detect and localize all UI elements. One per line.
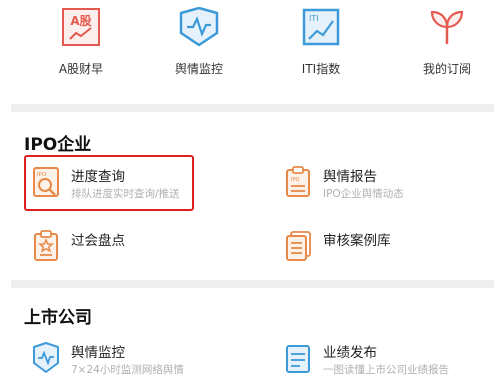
feature-subtitle: 7×24小时监测网络舆情 — [71, 364, 184, 376]
feature-title: 业绩发布 — [323, 345, 377, 361]
feature-title: 舆情报告 — [323, 169, 377, 185]
feature-meeting-review[interactable]: 过会盘点 — [24, 222, 224, 276]
meeting-review-icon — [32, 230, 60, 262]
feature-subtitle: IPO企业舆情动态 — [323, 188, 404, 200]
section-title-ipo: IPO企业 — [24, 135, 92, 155]
feature-title: 过会盘点 — [71, 233, 125, 249]
section-divider — [11, 104, 494, 112]
feature-earnings-release[interactable]: 业绩发布 一图读懂上市公司业绩报告 — [276, 334, 476, 387]
feature-title: 舆情监控 — [71, 345, 125, 361]
subscription-sprout-icon — [427, 7, 467, 47]
sentiment-report-icon: IPO — [284, 166, 312, 198]
quick-nav-subscription[interactable]: 我的订阅 — [397, 0, 494, 100]
section-divider — [11, 280, 494, 288]
earnings-release-icon — [284, 342, 312, 374]
quick-nav-label: ITI指数 — [301, 62, 341, 76]
selection-highlight — [24, 155, 194, 211]
case-library-icon — [284, 230, 312, 262]
quick-nav-iti-index[interactable]: ITI ITI指数 — [271, 0, 371, 100]
a-share-morning-icon: A股 — [61, 7, 101, 47]
feature-sentiment-report[interactable]: IPO 舆情报告 IPO企业舆情动态 — [276, 158, 476, 212]
quick-nav-label: 舆情监控 — [174, 62, 223, 76]
feature-title: 审核案例库 — [323, 233, 391, 249]
svg-text:A股: A股 — [70, 13, 92, 28]
sentiment-monitor-icon — [32, 342, 60, 374]
feature-case-library[interactable]: 审核案例库 — [276, 222, 476, 276]
svg-text:IPO: IPO — [291, 177, 299, 183]
quick-nav-label: A股财早 — [58, 62, 104, 76]
quick-nav: A股 A股财早 舆情监控 ITI ITI指数 我的订阅 — [0, 0, 494, 100]
sentiment-monitor-icon — [179, 6, 219, 47]
iti-index-icon: ITI — [301, 7, 341, 47]
quick-nav-a-share-morning[interactable]: A股 A股财早 — [31, 0, 131, 100]
section-title-listed: 上市公司 — [24, 308, 92, 328]
quick-nav-sentiment-monitor[interactable]: 舆情监控 — [149, 0, 249, 100]
feature-subtitle: 一图读懂上市公司业绩报告 — [323, 364, 449, 376]
feature-listed-sentiment-monitor[interactable]: 舆情监控 7×24小时监测网络舆情 — [24, 334, 224, 387]
quick-nav-label: 我的订阅 — [422, 62, 471, 76]
svg-text:ITI: ITI — [309, 14, 319, 23]
